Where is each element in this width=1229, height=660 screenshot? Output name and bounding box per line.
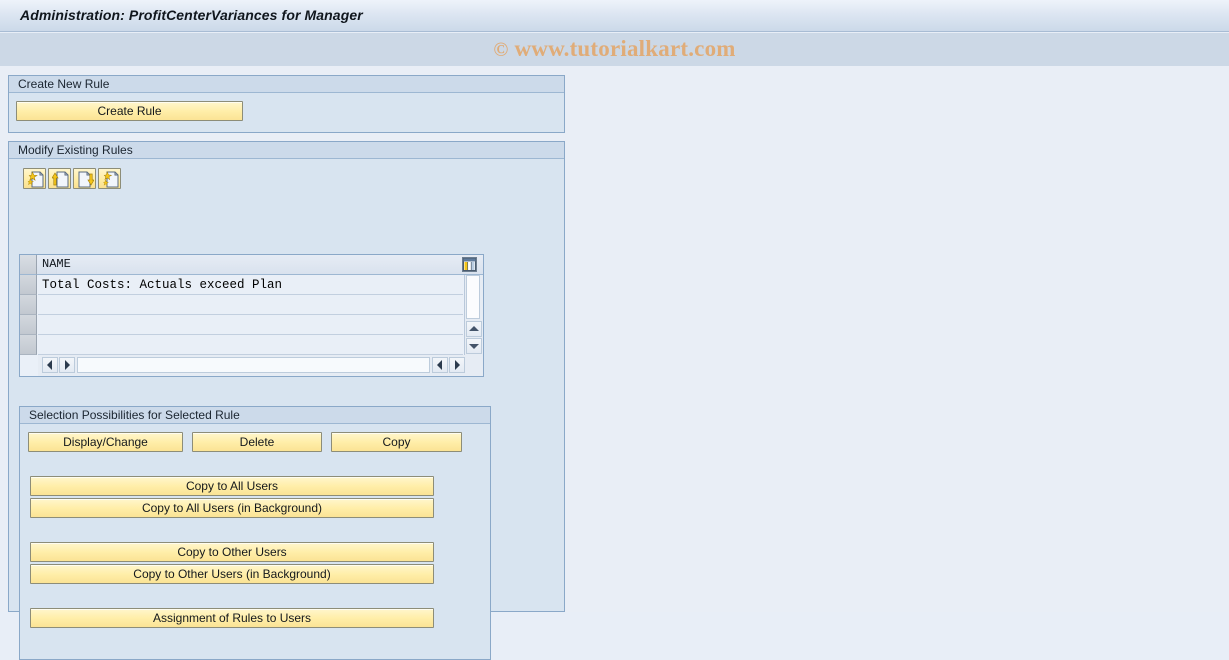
chevron-up-icon [469,326,479,331]
selection-possibilities-legend: Selection Possibilities for Selected Rul… [20,407,490,424]
chevron-left-icon [437,360,442,370]
chevron-right-icon [455,360,460,370]
chevron-down-icon [469,344,479,349]
table-scroll-right-button[interactable] [449,357,465,373]
chevron-left-icon [47,360,52,370]
rules-table-row-selector[interactable] [20,295,37,315]
create-new-rule-group: Create New Rule Create Rule [8,75,565,133]
main-canvas: Create New Rule Create Rule Modify Exist… [0,66,1229,660]
table-vscroll-track[interactable] [466,275,480,319]
copy-to-other-users-button[interactable]: Copy to Other Users [30,542,434,562]
copy-to-other-users-background-button[interactable]: Copy to Other Users (in Background) [30,564,434,584]
table-scroll-first-button[interactable] [59,357,75,373]
upload-rule-icon [52,171,69,188]
table-scroll-prev-page-button[interactable] [432,357,448,373]
table-scroll-left-button[interactable] [42,357,58,373]
selection-possibilities-group: Selection Possibilities for Selected Rul… [19,406,491,660]
create-new-rule-legend: Create New Rule [9,76,564,93]
rules-table-column-name[interactable]: NAME [38,255,71,274]
copyright-symbol: © [493,39,509,61]
table-settings-icon[interactable] [462,257,477,272]
copy-button[interactable]: Copy [331,432,462,452]
modify-existing-rules-legend: Modify Existing Rules [9,142,564,159]
application-window: Administration: ProfitCenterVariances fo… [0,0,1229,660]
table-row[interactable] [38,315,463,335]
table-row[interactable] [38,335,463,355]
watermark: © www.tutorialkart.com [0,34,1229,64]
display-change-button[interactable]: Display/Change [28,432,183,452]
rules-table-row-selector[interactable] [20,275,37,295]
change-rule-icon-button[interactable] [98,168,121,189]
table-scroll-up-button[interactable] [466,321,482,337]
rules-table: NAME Total Costs: Actuals exceed Plan [19,254,484,377]
assignment-of-rules-to-users-button[interactable]: Assignment of Rules to Users [30,608,434,628]
download-rule-icon [78,171,94,188]
download-rule-icon-button[interactable] [73,168,96,189]
create-rule-icon [27,171,44,188]
watermark-text: www.tutorialkart.com [514,36,736,61]
page-title: Administration: ProfitCenterVariances fo… [20,7,363,23]
table-row[interactable] [38,295,463,315]
table-settings-icon-glyph [463,258,476,271]
table-row[interactable]: Total Costs: Actuals exceed Plan [38,275,463,295]
chevron-right-icon [65,360,70,370]
modify-existing-rules-group: Modify Existing Rules NAME Total Costs: … [8,141,565,660]
table-scroll-down-button[interactable] [466,338,482,354]
rules-table-header-select-all[interactable] [20,255,37,275]
table-vertical-scrollbar[interactable] [464,275,483,355]
table-hscroll-track[interactable] [77,357,430,373]
upload-rule-icon-button[interactable] [48,168,71,189]
delete-button[interactable]: Delete [192,432,322,452]
create-rule-icon-button[interactable] [23,168,46,189]
copy-to-all-users-button[interactable]: Copy to All Users [30,476,434,496]
window-title-bar: Administration: ProfitCenterVariances fo… [0,0,1229,32]
change-rule-icon [103,171,119,188]
rules-table-row-selector[interactable] [20,335,37,355]
create-rule-button[interactable]: Create Rule [16,101,243,121]
table-hscroll-area [38,355,483,376]
copy-to-all-users-background-button[interactable]: Copy to All Users (in Background) [30,498,434,518]
rules-table-row-selector[interactable] [20,315,37,335]
rules-table-header-row [20,255,483,275]
